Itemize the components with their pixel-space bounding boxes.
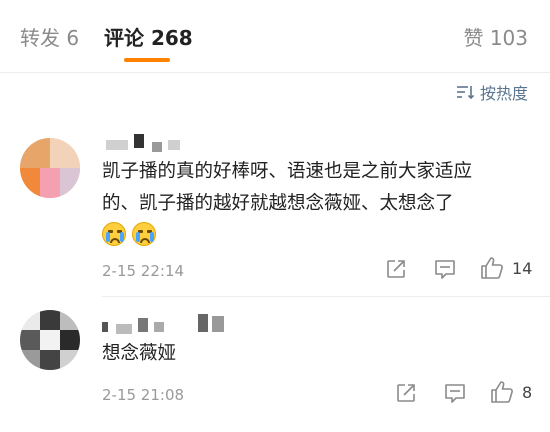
avatar[interactable] — [20, 310, 80, 370]
share-button[interactable] — [386, 259, 406, 279]
comment-timestamp: 2-15 21:08 — [102, 386, 185, 404]
comment-tabs: 转发 6 评论 268 赞 103 — [0, 0, 550, 72]
tab-likes[interactable]: 赞 103 — [463, 22, 528, 51]
thumbs-up-icon — [491, 381, 513, 403]
like-button[interactable]: 8 — [490, 380, 532, 404]
tab-comments[interactable]: 评论 268 — [104, 22, 193, 51]
like-button[interactable]: 14 — [480, 256, 532, 280]
avatar[interactable] — [20, 138, 80, 198]
comment-text: 想念薇娅 — [102, 338, 532, 370]
reply-button[interactable] — [434, 259, 456, 279]
share-button[interactable] — [396, 383, 416, 403]
active-tab-indicator — [124, 58, 170, 62]
crying-face-icon — [132, 222, 156, 246]
like-count: 14 — [512, 258, 533, 278]
sort-icon — [456, 86, 474, 100]
username-redacted[interactable] — [102, 312, 232, 336]
comment-icon — [445, 384, 465, 403]
sort-label: 按热度 — [479, 84, 528, 103]
comment-text: 凯子播的真的好棒呀、语速也是之前大家适应 的、凯子播的越好就越想念薇娅、太想念了 — [102, 156, 532, 220]
like-count: 8 — [522, 382, 533, 402]
crying-face-icon — [102, 222, 126, 246]
comment-text-line: 想念薇娅 — [102, 343, 177, 364]
thumbs-up-icon — [481, 257, 503, 279]
reply-button[interactable] — [444, 383, 466, 403]
comment-text-line: 凯子播的真的好棒呀、语速也是之前大家适应 — [102, 161, 473, 182]
comment-text-line: 的、凯子播的越好就越想念薇娅、太想念了 — [102, 193, 454, 214]
share-icon — [387, 260, 405, 278]
tab-repost[interactable]: 转发 6 — [20, 22, 79, 51]
share-icon — [397, 384, 415, 402]
comment-timestamp: 2-15 22:14 — [102, 262, 185, 280]
sort-by-hot-button[interactable]: 按热度 — [456, 80, 528, 104]
tabs-divider — [0, 72, 550, 73]
username-redacted[interactable] — [102, 132, 192, 154]
comment-icon — [435, 260, 455, 279]
comment-divider — [102, 296, 550, 297]
